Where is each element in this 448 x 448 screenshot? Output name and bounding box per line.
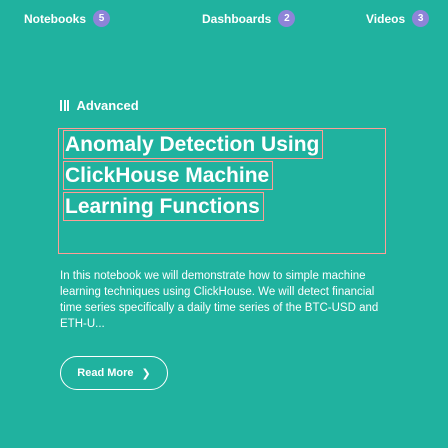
- read-more-button[interactable]: Read More ❯: [60, 356, 168, 390]
- bar-chart-icon: [60, 100, 71, 111]
- count-badge: 2: [278, 10, 296, 27]
- read-more-label: Read More: [77, 367, 134, 379]
- count-badge: 3: [412, 10, 430, 27]
- nav-item-label: Notebooks: [24, 11, 87, 26]
- title-line: Learning Functions: [63, 192, 264, 221]
- post-description: In this notebook we will demonstrate how…: [60, 270, 379, 330]
- title-line: ClickHouse Machine: [63, 161, 274, 190]
- nav-item-notebooks[interactable]: Notebooks 5: [24, 10, 111, 27]
- nav-item-dashboards[interactable]: Dashboards 2: [202, 10, 296, 27]
- top-nav: Notebooks 5 Dashboards 2 Videos 3: [0, 0, 448, 36]
- title-line: Anomaly Detection Using: [63, 130, 324, 159]
- nav-item-label: Dashboards: [202, 11, 272, 26]
- chevron-right-icon: ❯: [141, 367, 151, 380]
- nav-item-videos[interactable]: Videos 3: [366, 10, 430, 27]
- post-title[interactable]: Anomaly Detection Using ClickHouse Machi…: [63, 130, 388, 223]
- count-badge: 5: [93, 10, 111, 27]
- nav-item-label: Videos: [366, 11, 406, 26]
- category-label: Advanced: [76, 98, 139, 113]
- category-tag: Advanced: [60, 98, 139, 113]
